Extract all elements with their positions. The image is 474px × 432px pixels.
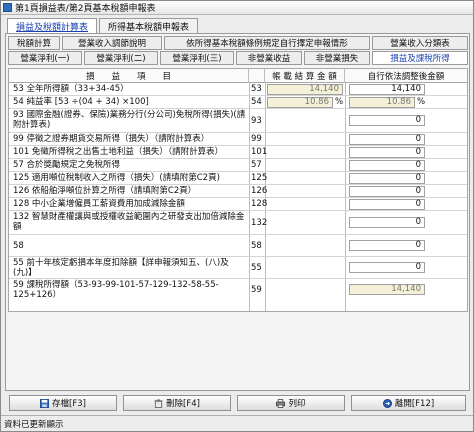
- taxable-income-field: 14,140: [349, 284, 425, 295]
- form-panel: 稅額計算 營業收入調節說明 依所得基本稅額條例規定自行擇定申報情形 營業收入分類…: [5, 33, 470, 391]
- table-row: 58 58 0: [9, 235, 467, 257]
- adjusted-amount-field[interactable]: 0: [349, 115, 425, 126]
- exit-button-label: 離開[F12]: [394, 399, 435, 409]
- adjusted-amount-field[interactable]: 0: [349, 262, 425, 273]
- row-label: 101 免徵所得稅之出售土地利益（損失）（請附計算表）: [13, 147, 224, 157]
- sub-tab-strip: 稅額計算 營業收入調節說明 依所得基本稅額條例規定自行擇定申報情形 營業收入分類…: [8, 36, 468, 66]
- row-label: 93 國際金融(證券、保險)業務分行(分公司)免稅所得(損失)(請附計算表): [13, 110, 246, 130]
- adjusted-amount-field[interactable]: 0: [349, 199, 425, 210]
- table-row: 93 國際金融(證券、保險)業務分行(分公司)免稅所得(損失)(請附計算表) 9…: [9, 109, 467, 133]
- print-button[interactable]: 列印: [237, 395, 345, 411]
- app-window: 第1頁損益表/第2頁基本稅額申報表 損益及稅額計算表 所得基本稅額申報表 稅額計…: [0, 0, 474, 432]
- title-bar: 第1頁損益表/第2頁基本稅額申報表: [1, 1, 473, 15]
- row-code: 125: [251, 173, 268, 183]
- adjusted-rate-field: 10.86: [349, 97, 415, 108]
- row-code: 54: [251, 97, 262, 107]
- subtab-tax-calc[interactable]: 稅額計算: [8, 36, 60, 50]
- adjusted-amount-field[interactable]: 0: [349, 173, 425, 184]
- status-bar: 資料已更新顯示: [1, 415, 473, 431]
- subtab-operating-profit-2[interactable]: 營業淨利(二): [84, 51, 158, 65]
- table-row: 126 依船舶淨噸位計算之所得（請填附第C2頁） 126 0: [9, 185, 467, 198]
- col-header-declared: 帳 載 結 算 金 額: [265, 69, 345, 83]
- row-code: 53: [251, 84, 262, 94]
- subtab-non-operating-income[interactable]: 非營業收益: [236, 51, 302, 65]
- row-code: 57: [251, 160, 262, 170]
- subtab-operating-profit-3[interactable]: 營業淨利(三): [160, 51, 234, 65]
- tab-profit-tax-calc[interactable]: 損益及稅額計算表: [7, 18, 98, 33]
- col-header-code: [249, 69, 265, 83]
- row-label: 59 課稅所得額（53-93-99-101-57-129-132-58-55-1…: [13, 280, 219, 300]
- table-row: 57 合於獎勵規定之免稅所得 57 0: [9, 159, 467, 172]
- delete-button[interactable]: 刪除[F4]: [123, 395, 231, 411]
- adjusted-amount-field[interactable]: 0: [349, 240, 425, 251]
- row-label: 126 依船舶淨噸位計算之所得（請填附第C2頁）: [13, 186, 197, 196]
- row-label: 99 停徵之證券期貨交易所得（損失）（請附計算表）: [13, 134, 210, 144]
- subtab-non-operating-loss[interactable]: 非營業損失: [304, 51, 370, 65]
- row-label: 53 全年所得額（33+34-45）: [13, 84, 129, 94]
- row-code: 101: [251, 147, 268, 157]
- table-row: 132 智慧財產權讓與或授權收益範圍內之研發支出加倍減除金額 132 0: [9, 211, 467, 235]
- declared-amount-field: 14,140: [267, 84, 343, 95]
- row-label: 57 合於獎勵規定之免稅所得: [13, 160, 121, 170]
- row-label: 125 適用噸位稅制收入之所得（損失）(請填附第C2頁): [13, 173, 220, 183]
- subtab-operating-profit-1[interactable]: 營業淨利(一): [8, 51, 82, 65]
- adjusted-amount-field[interactable]: 14,140: [349, 84, 425, 95]
- subtab-revenue-reconcile[interactable]: 營業收入調節說明: [62, 36, 162, 50]
- print-button-label: 列印: [288, 399, 306, 409]
- row-label: 132 智慧財產權讓與或授權收益範圍內之研發支出加倍減除金額: [13, 212, 245, 232]
- print-icon: [276, 398, 286, 408]
- row-code: 132: [251, 217, 268, 228]
- row-code: 128: [251, 199, 268, 209]
- save-button[interactable]: 存檔[F3]: [9, 395, 117, 411]
- table-row: 128 中小企業增僱員工薪資費用加成減除金額 128 0: [9, 198, 467, 211]
- table-row: 54 純益率 [53 ÷(04 + 34) ×100] 54 10.86 % 1…: [9, 96, 467, 109]
- delete-button-label: 刪除[F4]: [166, 399, 200, 409]
- delete-icon: [154, 398, 163, 408]
- adjusted-amount-field[interactable]: 0: [349, 134, 425, 145]
- table-row: 125 適用噸位稅制收入之所得（損失）(請填附第C2頁) 125 0: [9, 172, 467, 185]
- status-text: 資料已更新顯示: [4, 419, 64, 430]
- row-code: 59: [251, 285, 262, 295]
- income-table: 損 益 項 目 帳 載 結 算 金 額 自行依法調整後金額 53 全年所得額（3…: [8, 68, 468, 312]
- row-code: 58: [251, 240, 262, 251]
- row-code: 55: [251, 262, 262, 273]
- subtab-basic-tax-election[interactable]: 依所得基本稅額條例規定自行擇定申報情形: [164, 36, 370, 50]
- adjusted-amount-field[interactable]: 0: [349, 147, 425, 158]
- table-row: 55 前十年核定虧損本年度扣除額【詳申報須知五、(八)及(九)】 55 0: [9, 257, 467, 279]
- adjusted-amount-field[interactable]: 0: [349, 217, 425, 228]
- percent-unit: %: [335, 97, 344, 107]
- row-code: 93: [251, 115, 262, 126]
- top-tab-strip: 損益及稅額計算表 所得基本稅額申報表: [7, 18, 199, 33]
- table-row: 99 停徵之證券期貨交易所得（損失）（請附計算表） 99 0: [9, 133, 467, 146]
- save-button-label: 存檔[F3]: [52, 399, 86, 409]
- col-header-adjusted: 自行依法調整後金額: [367, 72, 445, 82]
- app-icon: [3, 3, 12, 12]
- row-label: 55 前十年核定虧損本年度扣除額【詳申報須知五、(八)及(九)】: [13, 258, 229, 278]
- tab-label: 損益及稅額計算表: [16, 22, 89, 33]
- button-bar: 存檔[F3] 刪除[F4] 列印 離開[F12]: [5, 395, 470, 411]
- row-label: 54 純益率 [53 ÷(04 + 34) ×100]: [13, 97, 149, 107]
- tab-basic-tax-form[interactable]: 所得基本稅額申報表: [99, 18, 199, 33]
- row-code: 126: [251, 186, 268, 196]
- table-row: 101 免徵所得稅之出售土地利益（損失）（請附計算表） 101 0: [9, 146, 467, 159]
- row-label: 58: [13, 241, 24, 251]
- subtab-taxable-income[interactable]: 損益及課稅所得: [372, 51, 468, 65]
- save-icon: [40, 398, 50, 408]
- table-header: 損 益 項 目 帳 載 結 算 金 額 自行依法調整後金額: [9, 69, 467, 83]
- table-row: 53 全年所得額（33+34-45） 53 14,140 14,140: [9, 83, 467, 96]
- adjusted-amount-field[interactable]: 0: [349, 160, 425, 171]
- table-row: 59 課稅所得額（53-93-99-101-57-129-132-58-55-1…: [9, 279, 467, 301]
- window-title: 第1頁損益表/第2頁基本稅額申報表: [15, 4, 156, 14]
- percent-unit: %: [417, 97, 426, 107]
- col-header-item: 損 益 項 目: [9, 69, 249, 83]
- tab-label: 所得基本稅額申報表: [108, 22, 190, 33]
- exit-icon: [382, 398, 392, 408]
- row-label: 128 中小企業增僱員工薪資費用加成減除金額: [13, 199, 185, 209]
- exit-button[interactable]: 離開[F12]: [351, 395, 466, 411]
- declared-rate-field: 10.86: [267, 97, 333, 108]
- row-code: 99: [251, 134, 262, 144]
- subtab-revenue-class[interactable]: 營業收入分類表: [372, 36, 468, 50]
- adjusted-amount-field[interactable]: 0: [349, 186, 425, 197]
